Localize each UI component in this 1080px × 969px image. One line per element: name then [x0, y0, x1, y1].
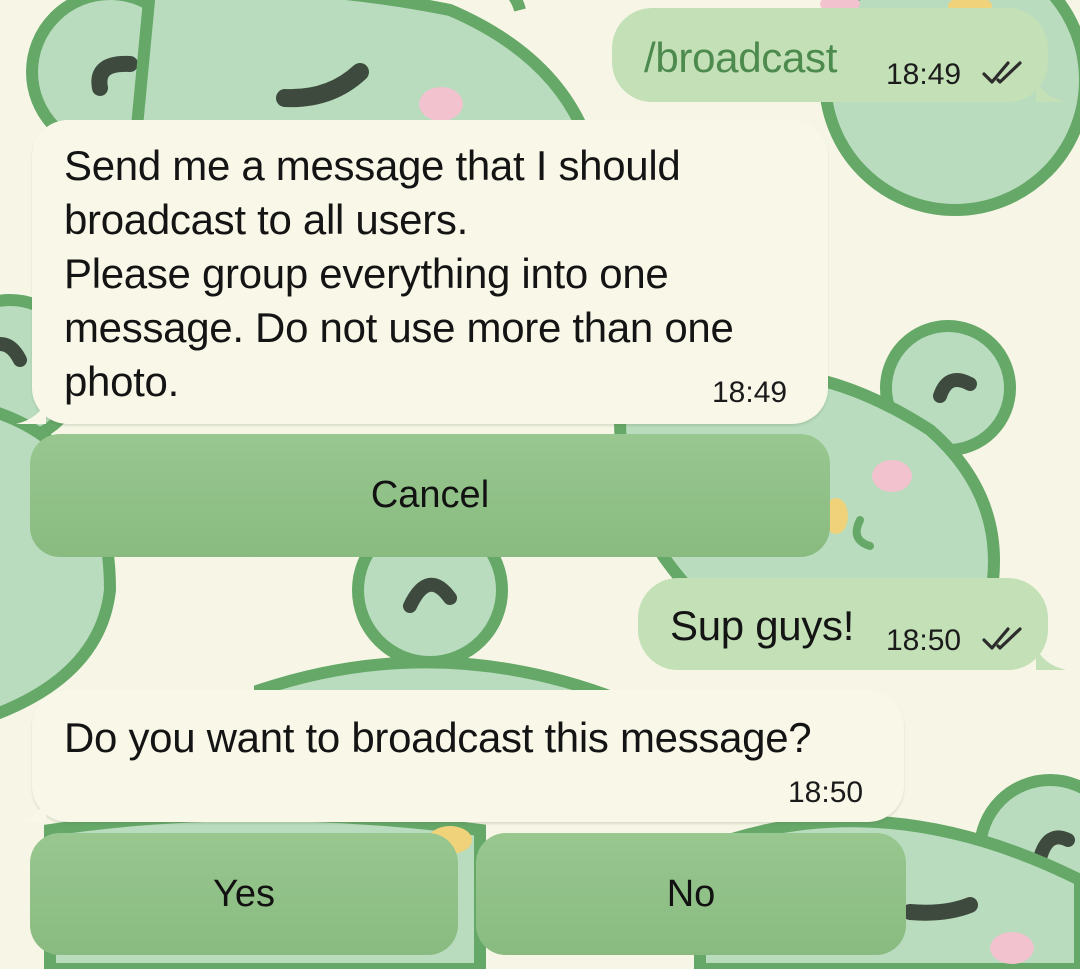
double-check-icon — [982, 61, 1022, 84]
incoming-message-confirmation[interactable]: Do you want to broadcast this message? 1… — [16, 690, 904, 822]
message-time: 18:49 — [712, 376, 788, 409]
message-line: Please group everything into one — [64, 250, 669, 297]
no-button[interactable]: No — [476, 833, 906, 955]
message-time: 18:50 — [788, 776, 864, 809]
message-line: photo. — [64, 358, 179, 405]
incoming-message-instructions[interactable]: Send me a message that I should broadcas… — [16, 120, 828, 424]
bubble-tail-icon — [16, 400, 46, 424]
message-line: message. Do not use more than one — [64, 304, 734, 351]
message-time: 18:49 — [886, 58, 962, 91]
bubble-tail-icon — [1036, 78, 1066, 102]
message-line: broadcast to all users. — [64, 196, 468, 243]
message-text: /broadcast — [644, 34, 838, 81]
message-time: 18:50 — [886, 624, 962, 657]
bubble-tail-icon — [1036, 646, 1066, 670]
message-text: Sup guys! — [670, 602, 855, 649]
outgoing-message-broadcast[interactable]: /broadcast 18:49 — [612, 8, 1066, 102]
message-line: Send me a message that I should — [64, 142, 681, 189]
double-check-icon — [982, 627, 1022, 650]
outgoing-message-sup-guys[interactable]: Sup guys! 18:50 — [638, 578, 1066, 670]
bubble-tail-icon — [16, 798, 46, 822]
yes-button[interactable]: Yes — [30, 833, 458, 955]
message-text: Do you want to broadcast this message? — [64, 714, 812, 761]
cancel-button[interactable]: Cancel — [30, 434, 830, 557]
